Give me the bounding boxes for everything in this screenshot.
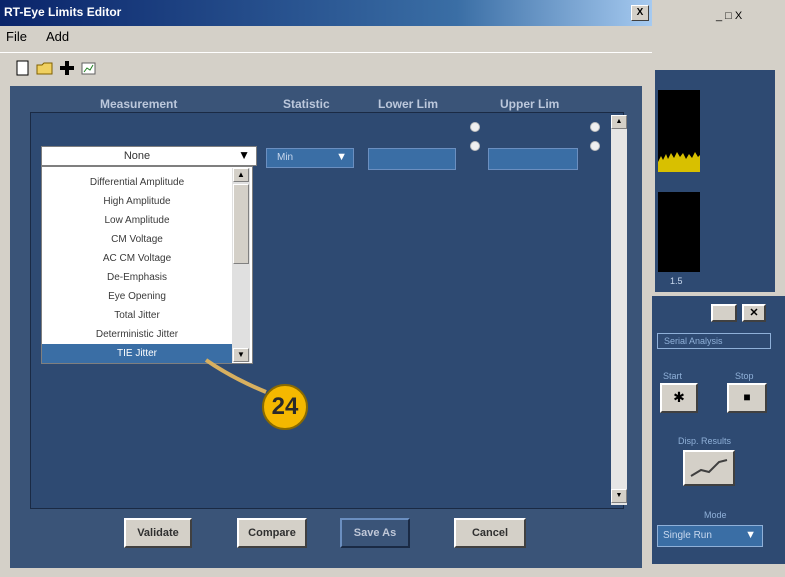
stop-label: Stop [735, 371, 754, 381]
run-icon: ✱ [673, 389, 685, 405]
stop-icon: ■ [743, 390, 751, 404]
chevron-down-icon[interactable]: ▼ [745, 529, 756, 541]
display-results-button[interactable] [683, 450, 735, 486]
scope-readout: 1.5 [670, 276, 683, 286]
mode-select-value: Single Run [663, 530, 712, 541]
close-icon[interactable]: ✕ [742, 304, 766, 322]
mode-select[interactable]: Single Run ▼ [657, 525, 763, 547]
scope-trace-display [658, 90, 700, 172]
background-window-buttons[interactable]: _ □ X [716, 10, 742, 22]
results-chart-icon [690, 459, 728, 477]
signal-trace-icon [658, 152, 700, 172]
panel-title: Serial Analysis [664, 336, 723, 346]
callout-badge: 24 [262, 384, 308, 430]
panel-title-box: Serial Analysis [657, 333, 771, 349]
stop-button[interactable]: ■ [727, 383, 767, 413]
mode-label: Mode [704, 510, 727, 520]
start-label: Start [663, 371, 683, 381]
help-icon[interactable] [711, 304, 737, 322]
display-results-label: Disp. Results [678, 436, 732, 446]
scope-secondary-display [658, 192, 700, 272]
start-button[interactable]: ✱ [660, 383, 698, 413]
